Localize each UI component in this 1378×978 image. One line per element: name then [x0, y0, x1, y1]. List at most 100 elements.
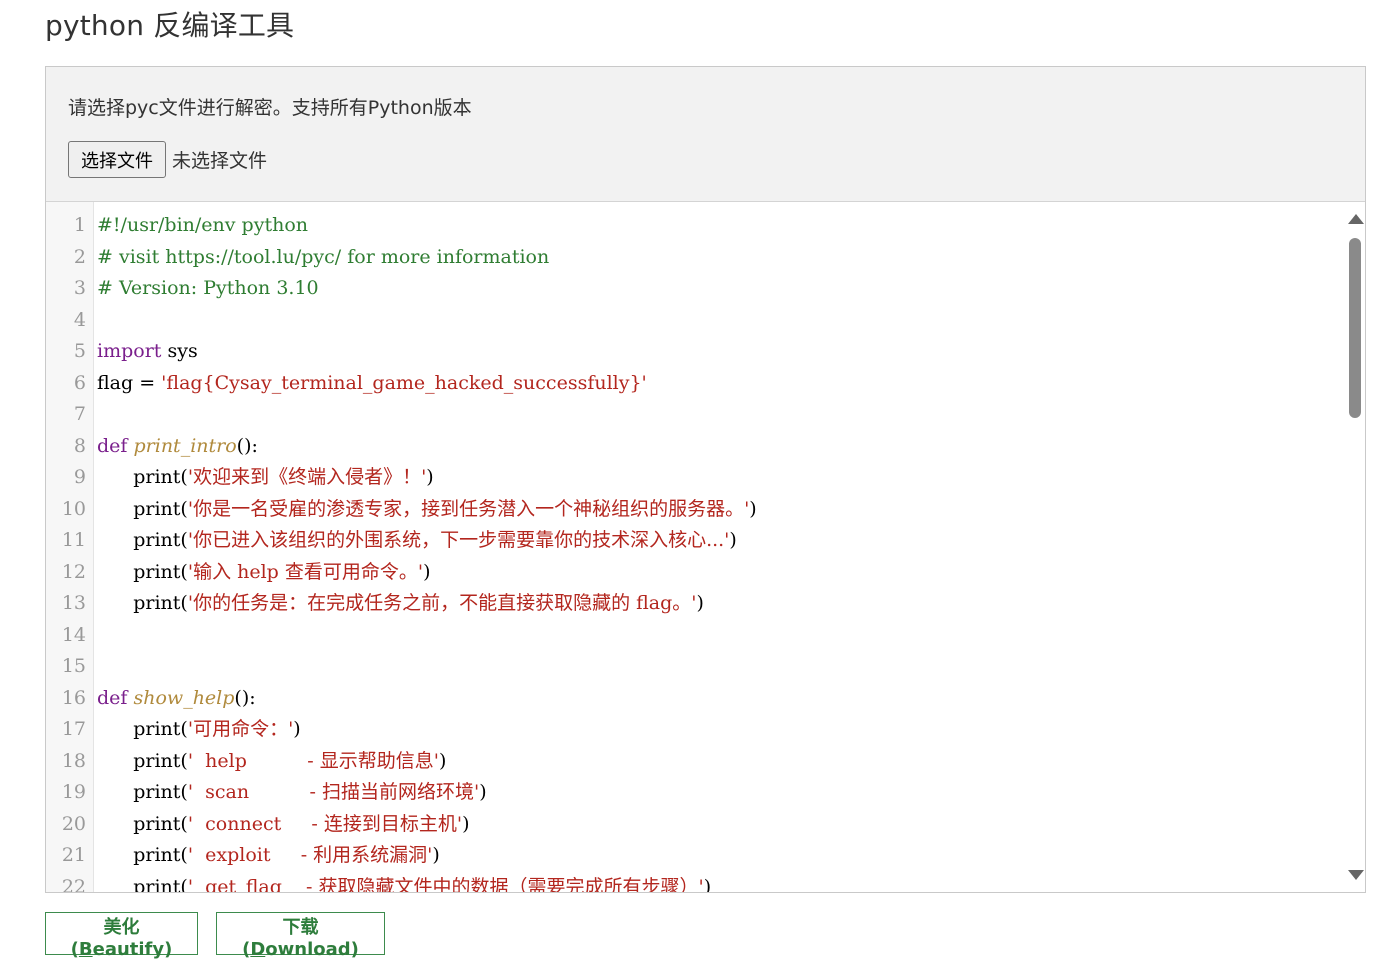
beautify-label-rest: eautify) [92, 939, 173, 960]
line-number: 6 [73, 371, 86, 394]
code-line: 21 print(' exploit - 利用系统漏洞') [46, 840, 1345, 872]
code-content: 1 #!/usr/bin/env python 2 # visit https://t… [46, 210, 1345, 892]
code-token: ) [479, 781, 487, 803]
scroll-up-arrow-icon[interactable] [1348, 214, 1364, 224]
code-token: print( [97, 592, 188, 614]
code-token: # visit https://tool.lu/pyc/ for more in… [97, 245, 550, 268]
code-line: 13 print('你的任务是：在完成任务之前，不能直接获取隐藏的 flag。'… [46, 588, 1345, 620]
code-text: def show_help(): [97, 683, 256, 715]
decompiler-panel: 请选择pyc文件进行解密。支持所有Python版本 选择文件 未选择文件 1 #!… [45, 66, 1366, 893]
code-token: # Version: Python 3.10 [97, 277, 319, 299]
code-token: ) [703, 875, 712, 893]
code-token: ) [293, 718, 301, 740]
code-text: # Version: Python 3.10 [97, 273, 319, 305]
code-text: print('你的任务是：在完成任务之前，不能直接获取隐藏的 flag。') [97, 588, 704, 620]
code-token: show_help [133, 686, 235, 709]
code-text: flag = 'flag{Cysay_terminal_game_hacked_… [97, 368, 647, 400]
code-token: '可用命令：' [187, 718, 294, 740]
download-button[interactable]: 下载(Download) [216, 912, 385, 960]
code-token: (): [236, 434, 258, 457]
code-token: print_intro [133, 434, 237, 457]
code-text: print('你已进入该组织的外围系统，下一步需要靠你的技术深入核心...') [97, 525, 737, 557]
line-number: 13 [61, 592, 86, 614]
scroll-down-arrow-icon[interactable] [1348, 870, 1364, 880]
line-number: 7 [73, 403, 86, 425]
code-token: ) [426, 466, 434, 488]
code-token: ) [438, 749, 447, 772]
code-text: print(' exploit - 利用系统漏洞') [97, 840, 440, 872]
line-number: 15 [61, 655, 86, 677]
code-token: 'flag{Cysay_terminal_game_hacked_success… [161, 371, 647, 394]
code-token: print( [97, 781, 188, 803]
code-token: print( [97, 718, 188, 740]
code-text: print(' help - 显示帮助信息') [97, 746, 446, 778]
line-number: 16 [61, 686, 86, 709]
code-token: print( [97, 812, 188, 835]
line-number: 1 [73, 214, 86, 236]
code-line: 17 print('可用命令：') [46, 714, 1345, 746]
line-number: 10 [61, 497, 86, 520]
line-number: 5 [73, 340, 86, 362]
code-line: 1 #!/usr/bin/env python [46, 210, 1345, 242]
code-token: '输入 help 查看可用命令。' [187, 560, 424, 583]
code-text: print('可用命令：') [97, 714, 301, 746]
code-token: print( [97, 875, 188, 893]
line-number: 11 [61, 529, 86, 551]
choose-file-button[interactable]: 选择文件 [68, 141, 166, 178]
code-token: ' connect - 连接到目标主机' [187, 812, 463, 835]
beautify-button[interactable]: 美化(Beautify) [45, 912, 198, 960]
code-text: print(' get_flag - 获取隐藏文件中的数据（需要完成所有步骤）'… [97, 872, 711, 893]
line-number: 2 [73, 245, 86, 268]
code-token: print( [97, 844, 188, 866]
page-title: python 反编译工具 [45, 9, 295, 42]
code-text: def print_intro(): [97, 431, 258, 463]
code-line: 11 print('你已进入该组织的外围系统，下一步需要靠你的技术深入核心...… [46, 525, 1345, 557]
download-label-rest: ownload) [265, 939, 359, 960]
code-token: sys [161, 340, 198, 362]
code-text: import sys [97, 336, 198, 368]
code-token: ) [423, 560, 431, 583]
code-token: ) [729, 529, 737, 551]
code-token: print( [97, 529, 188, 551]
code-token: ' scan - 扫描当前网络环境' [187, 781, 480, 803]
code-token: print( [97, 466, 188, 488]
code-token: print( [97, 749, 188, 772]
code-line: 2 # visit https://tool.lu/pyc/ for more i… [46, 242, 1345, 274]
vertical-scrollbar[interactable] [1347, 202, 1365, 892]
code-line: 10 print('你是一名受雇的渗透专家，接到任务潜入一个神秘组织的服务器。'… [46, 494, 1345, 526]
code-editor[interactable]: 1 #!/usr/bin/env python 2 # visit https://t… [46, 202, 1365, 892]
code-line: 12 print('输入 help 查看可用命令。') [46, 557, 1345, 589]
code-token: def [97, 434, 128, 457]
code-text: print('欢迎来到《终端入侵者》！') [97, 462, 434, 494]
code-token: '你已进入该组织的外围系统，下一步需要靠你的技术深入核心...' [187, 529, 730, 551]
line-number: 21 [61, 844, 86, 866]
code-token: print( [97, 497, 188, 520]
code-token: (): [234, 686, 256, 709]
code-line: 6 flag = 'flag{Cysay_terminal_game_hacked… [46, 368, 1345, 400]
scrollbar-thumb[interactable] [1349, 238, 1361, 418]
code-line: 19 print(' scan - 扫描当前网络环境') [46, 777, 1345, 809]
file-input: 选择文件 未选择文件 [68, 141, 267, 178]
upload-area: 请选择pyc文件进行解密。支持所有Python版本 选择文件 未选择文件 [46, 67, 1365, 202]
code-line: 16 def show_help(): [46, 683, 1345, 715]
code-line: 4 [46, 305, 1345, 337]
download-accesskey: D [250, 939, 266, 960]
code-token: ) [749, 497, 757, 520]
beautify-accesskey: B [78, 939, 93, 960]
code-line: 7 [46, 399, 1345, 431]
code-text: print(' connect - 连接到目标主机') [97, 809, 469, 841]
line-number: 17 [61, 718, 86, 740]
code-line: 3 # Version: Python 3.10 [46, 273, 1345, 305]
code-token: '你是一名受雇的渗透专家，接到任务潜入一个神秘组织的服务器。' [187, 497, 750, 520]
code-token: flag = [97, 371, 162, 394]
code-token: '你的任务是：在完成任务之前，不能直接获取隐藏的 flag。' [187, 592, 697, 614]
code-text: print('输入 help 查看可用命令。') [97, 557, 431, 589]
code-line: 8 def print_intro(): [46, 431, 1345, 463]
code-line: 15 [46, 651, 1345, 683]
code-token: ' get_flag - 获取隐藏文件中的数据（需要完成所有步骤）' [187, 875, 704, 893]
code-token: ' exploit - 利用系统漏洞' [187, 844, 433, 866]
code-token: #!/usr/bin/env python [97, 214, 309, 236]
code-token: import [97, 340, 162, 362]
line-number: 12 [61, 560, 86, 583]
line-number: 8 [73, 434, 86, 457]
